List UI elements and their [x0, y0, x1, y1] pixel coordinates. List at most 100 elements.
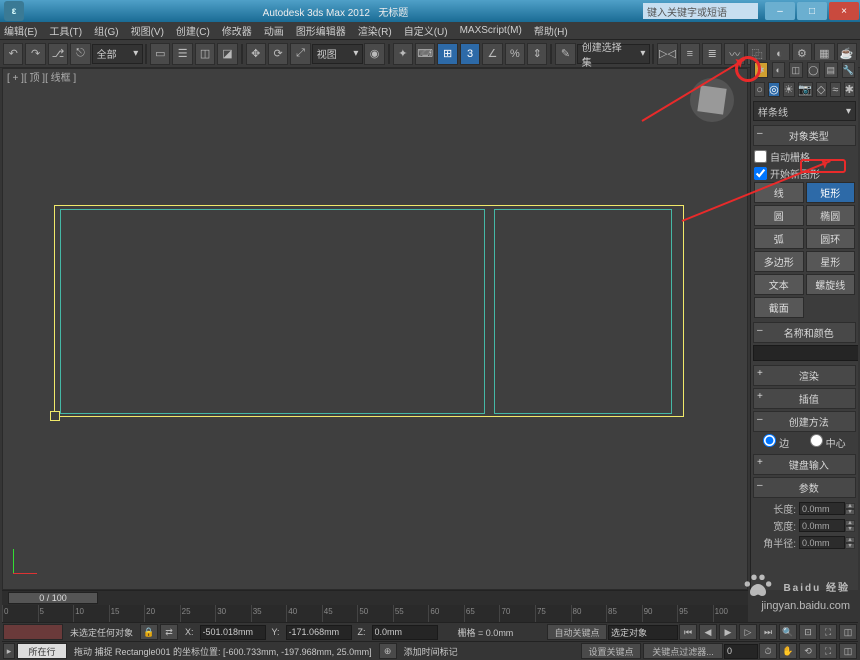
time-thumb[interactable]: 0 / 100	[8, 592, 98, 604]
menu-tools[interactable]: 工具(T)	[49, 23, 82, 38]
pivot-button[interactable]: ◉	[364, 43, 384, 65]
ngon-button[interactable]: 多边形	[754, 251, 804, 272]
zoom-all-button[interactable]: ⊡	[799, 624, 817, 640]
section-button[interactable]: 截面	[754, 297, 804, 318]
rollout-render[interactable]: +渲染	[753, 365, 856, 386]
listener-toggle[interactable]: ▸	[3, 643, 15, 659]
geometry-cat[interactable]: ○	[754, 82, 765, 97]
circle-button[interactable]: 圆	[754, 205, 804, 226]
snap-toggle-button[interactable]: ⊞	[437, 43, 457, 65]
start-new-shape-checkbox[interactable]: 开始新图形	[754, 165, 855, 182]
rollout-keyboard[interactable]: +键盘输入	[753, 454, 856, 475]
lights-cat[interactable]: ☀	[783, 82, 795, 97]
time-slider[interactable]: 0 / 100 05101520253035404550556065707580…	[2, 590, 748, 622]
orbit-button[interactable]: ⟲	[799, 643, 817, 659]
min-toggle-button[interactable]: ◫	[839, 643, 857, 659]
star-button[interactable]: 星形	[806, 251, 856, 272]
setkey-button[interactable]: 设置关键点	[581, 643, 641, 659]
width-spinner[interactable]	[799, 519, 845, 532]
viewport-label[interactable]: [ + ][ 顶 ][ 线框 ]	[7, 69, 76, 84]
spinner-snap-button[interactable]: ⇕	[527, 43, 547, 65]
play-next-button[interactable]: ▷	[739, 624, 757, 640]
select-region-button[interactable]: ◫	[195, 43, 215, 65]
zoom-button[interactable]: 🔍	[779, 624, 797, 640]
scale-button[interactable]: ⤢	[290, 43, 310, 65]
menu-views[interactable]: 视图(V)	[131, 23, 164, 38]
utilities-tab[interactable]: 🔧	[842, 62, 856, 78]
menu-create[interactable]: 创建(C)	[176, 23, 210, 38]
angle-snap-button[interactable]: ∠	[482, 43, 502, 65]
create-tab[interactable]: ✱	[754, 62, 768, 78]
helix-button[interactable]: 螺旋线	[806, 274, 856, 295]
select-name-button[interactable]: ☰	[172, 43, 192, 65]
addtime-button[interactable]: ⊕	[379, 643, 397, 659]
menu-help[interactable]: 帮助(H)	[534, 23, 568, 38]
ellipse-button[interactable]: 椭圆	[806, 205, 856, 226]
move-button[interactable]: ✥	[246, 43, 266, 65]
rollout-interp[interactable]: +插值	[753, 388, 856, 409]
key-filter-combo[interactable]	[608, 625, 678, 640]
window-crossing-button[interactable]: ◪	[217, 43, 237, 65]
rollout-object-type[interactable]: –对象类型	[753, 125, 856, 146]
spacewarps-cat[interactable]: ≈	[830, 82, 841, 97]
play-prev-button[interactable]: ◀	[699, 624, 717, 640]
display-tab[interactable]: ▤	[824, 62, 838, 78]
rotate-button[interactable]: ⟳	[268, 43, 288, 65]
menu-maxscript[interactable]: MAXScript(M)	[460, 25, 522, 36]
time-config-button[interactable]: ⏱	[759, 643, 777, 659]
menu-edit[interactable]: 编辑(E)	[4, 23, 37, 38]
current-frame-input[interactable]	[724, 644, 758, 659]
ref-coord-combo[interactable]: 视图	[312, 44, 364, 64]
script-listener[interactable]	[3, 624, 63, 640]
abs-rel-button[interactable]: ⇄	[160, 624, 178, 640]
menu-animation[interactable]: 动画	[264, 23, 284, 38]
mirror-button[interactable]: ▷◁	[657, 43, 677, 65]
fov-button[interactable]: ◫	[839, 624, 857, 640]
pan-button[interactable]: ✋	[779, 643, 797, 659]
autokey-button[interactable]: 自动关键点	[547, 624, 607, 640]
x-input[interactable]	[200, 625, 266, 640]
center-radio[interactable]: 中心	[810, 434, 846, 450]
play-end-button[interactable]: ⏭	[759, 624, 777, 640]
arc-button[interactable]: 弧	[754, 228, 804, 249]
cameras-cat[interactable]: 📷	[798, 82, 813, 97]
line-button[interactable]: 线	[754, 182, 804, 203]
maximize-button[interactable]: □	[797, 2, 827, 20]
rectangle-button[interactable]: 矩形	[806, 182, 856, 203]
minimize-button[interactable]: –	[765, 2, 795, 20]
object-name-input[interactable]	[753, 345, 858, 361]
edit-named-sel-button[interactable]: ✎	[555, 43, 575, 65]
donut-button[interactable]: 圆环	[806, 228, 856, 249]
shapes-cat[interactable]: ◎	[768, 82, 780, 97]
curve-editor-button[interactable]: 〰	[724, 43, 744, 65]
percent-snap-button[interactable]: %	[505, 43, 525, 65]
menu-render[interactable]: 渲染(R)	[358, 23, 392, 38]
listener-label[interactable]: 所在行	[17, 643, 67, 659]
selected-rectangle[interactable]	[54, 205, 684, 417]
undo-button[interactable]: ↶	[3, 43, 23, 65]
layer-button[interactable]: ≣	[702, 43, 722, 65]
keyfilter-button[interactable]: 关键点过滤器...	[643, 643, 723, 659]
y-input[interactable]	[286, 625, 352, 640]
hierarchy-tab[interactable]: ◫	[789, 62, 803, 78]
rollout-params[interactable]: –参数	[753, 477, 856, 498]
viewcube[interactable]	[690, 78, 734, 122]
menu-custom[interactable]: 自定义(U)	[404, 23, 448, 38]
corner-handle[interactable]	[50, 411, 60, 421]
menu-modifier[interactable]: 修改器	[222, 23, 252, 38]
z-input[interactable]	[372, 625, 438, 640]
systems-cat[interactable]: ✱	[844, 82, 855, 97]
rollout-name-color[interactable]: –名称和颜色	[753, 322, 856, 343]
modify-tab[interactable]: ◐	[772, 62, 786, 78]
play-button[interactable]: ▶	[719, 624, 737, 640]
menu-group[interactable]: 组(G)	[94, 23, 118, 38]
menu-graph[interactable]: 图形编辑器	[296, 23, 346, 38]
close-button[interactable]: ×	[829, 2, 859, 20]
edge-radio[interactable]: 边	[763, 434, 789, 450]
help-search-input[interactable]: 键入关键字或短语	[643, 3, 758, 19]
max-toggle-button[interactable]: ⛶	[819, 643, 837, 659]
length-spinner[interactable]	[799, 502, 845, 515]
zoom-ext-button[interactable]: ⛶	[819, 624, 837, 640]
autogrid-checkbox[interactable]: 自动栅格	[754, 148, 855, 165]
selection-filter-combo[interactable]: 全部	[92, 44, 144, 64]
